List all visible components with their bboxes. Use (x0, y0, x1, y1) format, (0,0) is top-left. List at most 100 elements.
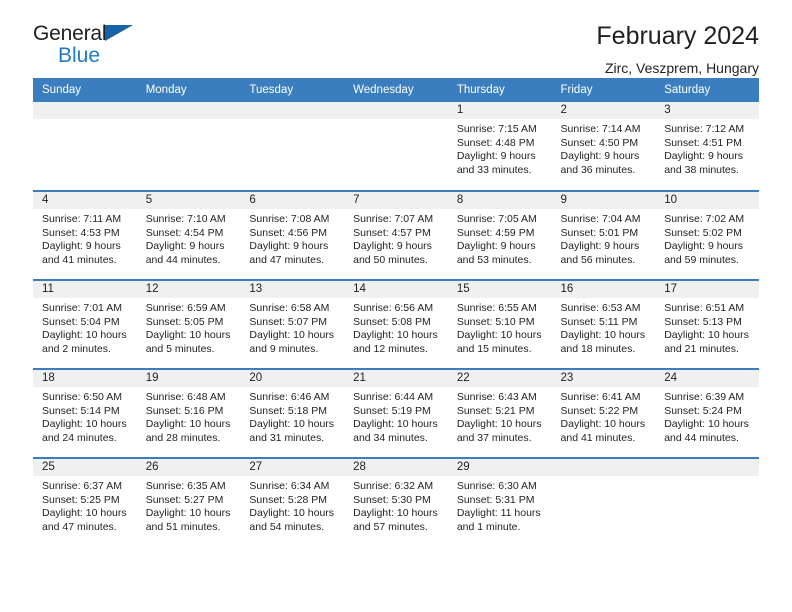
calendar-day-cell[interactable]: 14 Sunrise: 6:56 AM Sunset: 5:08 PM Dayligh… (344, 279, 448, 369)
calendar-day-cell[interactable]: 9 Sunrise: 7:04 AM Sunset: 5:01 PM Daylight… (551, 190, 656, 280)
day-cell-inner: 5 Sunrise: 7:10 AM Sunset: 4:54 PM Daylight… (136, 192, 241, 279)
day-number: 22 (447, 370, 552, 387)
daylight-duration-line2: and 24 minutes. (42, 431, 117, 444)
calendar-table: Sunday Monday Tuesday Wednesday Thursday… (33, 78, 759, 547)
calendar-day-cell[interactable]: 19 Sunrise: 6:48 AM Sunset: 5:16 PM Dayligh… (136, 368, 241, 458)
page-subtitle: Zirc, Veszprem, Hungary (604, 59, 759, 76)
calendar-day-cell[interactable]: 28 Sunrise: 6:32 AM Sunset: 5:30 PM Dayligh… (344, 457, 448, 547)
calendar-day-cell[interactable]: 25 Sunrise: 6:37 AM Sunset: 5:25 PM Dayligh… (33, 457, 137, 547)
sunset-time: Sunset: 5:13 PM (664, 315, 742, 328)
sunrise-time: Sunrise: 7:02 AM (664, 213, 745, 225)
calendar-day-cell[interactable]: 3 Sunrise: 7:12 AM Sunset: 4:51 PM Daylight… (655, 102, 759, 191)
calendar-day-cell[interactable]: 26 Sunrise: 6:35 AM Sunset: 5:27 PM Dayligh… (136, 457, 241, 547)
day-sun-info: Sunrise: 6:41 AM Sunset: 5:22 PM Daylight:… (552, 387, 656, 445)
daylight-duration-line1: Daylight: 9 hours (145, 240, 225, 253)
day-number (655, 459, 759, 476)
day-number: 17 (655, 281, 759, 298)
daylight-duration-line1: Daylight: 10 hours (249, 329, 335, 342)
daylight-duration-line2: and 21 minutes. (664, 342, 739, 355)
calendar-body: 1 Sunrise: 7:15 AM Sunset: 4:48 PM Daylight… (33, 102, 759, 547)
day-cell-inner: 8 Sunrise: 7:05 AM Sunset: 4:59 PM Daylight… (447, 192, 552, 279)
daylight-duration-line1: Daylight: 10 hours (664, 329, 749, 342)
sunset-time: Sunset: 5:28 PM (249, 493, 328, 506)
sunrise-time: Sunrise: 6:50 AM (42, 391, 122, 403)
day-number: 11 (33, 281, 137, 298)
day-sun-info: Sunrise: 7:11 AM Sunset: 4:53 PM Daylight:… (33, 209, 137, 267)
daylight-duration-line2: and 1 minute. (456, 520, 521, 533)
day-number: 18 (33, 370, 137, 387)
daylight-duration-line1: Daylight: 11 hours (456, 507, 541, 520)
sunrise-time: Sunrise: 7:05 AM (456, 213, 537, 225)
weekday-header-sunday: Sunday (33, 78, 137, 102)
weekday-header-wednesday: Wednesday (344, 78, 448, 102)
calendar-day-cell[interactable]: 13 Sunrise: 6:58 AM Sunset: 5:07 PM Dayligh… (240, 279, 345, 369)
calendar-day-cell[interactable]: 15 Sunrise: 6:55 AM Sunset: 5:10 PM Dayligh… (447, 279, 552, 369)
calendar-day-cell[interactable]: 11 Sunrise: 7:01 AM Sunset: 5:04 PM Dayligh… (33, 279, 137, 369)
sunrise-time: Sunrise: 7:12 AM (664, 123, 745, 135)
sunrise-time: Sunrise: 6:53 AM (560, 302, 641, 314)
day-sun-info: Sunrise: 6:55 AM Sunset: 5:10 PM Daylight:… (448, 298, 552, 356)
calendar-day-cell[interactable]: 4 Sunrise: 7:11 AM Sunset: 4:53 PM Daylight… (33, 190, 137, 280)
calendar-day-cell[interactable]: 8 Sunrise: 7:05 AM Sunset: 4:59 PM Daylight… (447, 190, 552, 280)
day-sun-info: Sunrise: 7:01 AM Sunset: 5:04 PM Daylight:… (33, 298, 137, 356)
daylight-duration-line1: Daylight: 10 hours (42, 329, 127, 342)
daylight-duration-line2: and 18 minutes. (560, 342, 636, 355)
calendar-day-cell[interactable]: 23 Sunrise: 6:41 AM Sunset: 5:22 PM Dayligh… (551, 368, 656, 458)
day-sun-info: Sunrise: 7:08 AM Sunset: 4:56 PM Daylight:… (240, 209, 344, 267)
sunrise-time: Sunrise: 6:51 AM (664, 302, 745, 314)
day-sun-info (33, 119, 137, 123)
day-sun-info: Sunrise: 6:44 AM Sunset: 5:19 PM Daylight:… (344, 387, 448, 445)
day-cell-inner: 15 Sunrise: 6:55 AM Sunset: 5:10 PM Dayligh… (447, 281, 552, 368)
calendar-day-cell[interactable]: 29 Sunrise: 6:30 AM Sunset: 5:31 PM Dayligh… (447, 457, 552, 547)
sunset-time: Sunset: 4:59 PM (456, 226, 535, 239)
day-sun-info: Sunrise: 6:34 AM Sunset: 5:28 PM Daylight:… (240, 476, 344, 534)
calendar-day-cell[interactable]: 5 Sunrise: 7:10 AM Sunset: 4:54 PM Daylight… (136, 190, 241, 280)
calendar-day-cell[interactable]: 6 Sunrise: 7:08 AM Sunset: 4:56 PM Daylight… (240, 190, 345, 280)
daylight-duration-line2: and 41 minutes. (560, 431, 636, 444)
calendar-day-cell[interactable]: 21 Sunrise: 6:44 AM Sunset: 5:19 PM Dayligh… (344, 368, 448, 458)
day-cell-inner: 6 Sunrise: 7:08 AM Sunset: 4:56 PM Daylight… (240, 192, 345, 279)
day-sun-info: Sunrise: 7:04 AM Sunset: 5:01 PM Daylight:… (552, 209, 656, 267)
day-number: 24 (655, 370, 759, 387)
daylight-duration-line1: Daylight: 9 hours (456, 240, 536, 253)
day-sun-info: Sunrise: 7:02 AM Sunset: 5:02 PM Daylight:… (655, 209, 759, 267)
calendar-day-cell[interactable]: 2 Sunrise: 7:14 AM Sunset: 4:50 PM Daylight… (551, 102, 656, 191)
calendar-day-cell[interactable]: 24 Sunrise: 6:39 AM Sunset: 5:24 PM Dayligh… (655, 368, 759, 458)
calendar-day-cell[interactable]: 12 Sunrise: 6:59 AM Sunset: 5:05 PM Dayligh… (136, 279, 241, 369)
sunrise-time: Sunrise: 6:46 AM (249, 391, 330, 403)
calendar-day-cell[interactable]: 27 Sunrise: 6:34 AM Sunset: 5:28 PM Dayligh… (240, 457, 345, 547)
logo-text-general: General (33, 22, 107, 45)
day-number: 15 (447, 281, 552, 298)
daylight-duration-line1: Daylight: 9 hours (42, 240, 121, 253)
sunset-time: Sunset: 5:02 PM (664, 226, 742, 239)
day-number: 9 (551, 192, 656, 209)
day-cell-inner (240, 102, 345, 190)
sunset-time: Sunset: 4:56 PM (249, 226, 328, 239)
sunset-time: Sunset: 5:30 PM (353, 493, 431, 506)
calendar-day-cell[interactable]: 20 Sunrise: 6:46 AM Sunset: 5:18 PM Dayligh… (240, 368, 345, 458)
day-cell-inner: 25 Sunrise: 6:37 AM Sunset: 5:25 PM Dayligh… (33, 459, 137, 547)
calendar-day-cell[interactable]: 7 Sunrise: 7:07 AM Sunset: 4:57 PM Daylight… (344, 190, 448, 280)
calendar-week-row: 1 Sunrise: 7:15 AM Sunset: 4:48 PM Daylight… (33, 102, 759, 191)
day-number: 14 (344, 281, 448, 298)
calendar-week-row: 18 Sunrise: 6:50 AM Sunset: 5:14 PM Dayligh… (33, 368, 759, 458)
calendar-day-cell[interactable]: 16 Sunrise: 6:53 AM Sunset: 5:11 PM Dayligh… (551, 279, 656, 369)
day-number: 19 (136, 370, 241, 387)
calendar-day-cell[interactable]: 10 Sunrise: 7:02 AM Sunset: 5:02 PM Dayligh… (655, 190, 759, 280)
day-number: 6 (240, 192, 345, 209)
day-number: 10 (655, 192, 759, 209)
calendar-day-cell[interactable]: 22 Sunrise: 6:43 AM Sunset: 5:21 PM Dayligh… (447, 368, 552, 458)
sunrise-time: Sunrise: 6:44 AM (353, 391, 434, 403)
calendar-day-cell[interactable]: 1 Sunrise: 7:15 AM Sunset: 4:48 PM Daylight… (447, 102, 552, 191)
calendar-day-cell[interactable]: 18 Sunrise: 6:50 AM Sunset: 5:14 PM Dayligh… (33, 368, 137, 458)
daylight-duration-line2: and 28 minutes. (145, 431, 221, 444)
daylight-duration-line2: and 54 minutes. (249, 520, 325, 533)
daylight-duration-line1: Daylight: 10 hours (145, 507, 231, 520)
day-cell-inner: 19 Sunrise: 6:48 AM Sunset: 5:16 PM Dayligh… (136, 370, 241, 457)
day-sun-info: Sunrise: 7:07 AM Sunset: 4:57 PM Daylight:… (344, 209, 448, 267)
sunrise-time: Sunrise: 6:59 AM (145, 302, 226, 314)
calendar-day-cell[interactable]: 17 Sunrise: 6:51 AM Sunset: 5:13 PM Dayligh… (655, 279, 759, 369)
sunset-time: Sunset: 5:27 PM (145, 493, 224, 506)
day-number: 21 (344, 370, 448, 387)
day-cell-inner: 21 Sunrise: 6:44 AM Sunset: 5:19 PM Dayligh… (344, 370, 448, 457)
